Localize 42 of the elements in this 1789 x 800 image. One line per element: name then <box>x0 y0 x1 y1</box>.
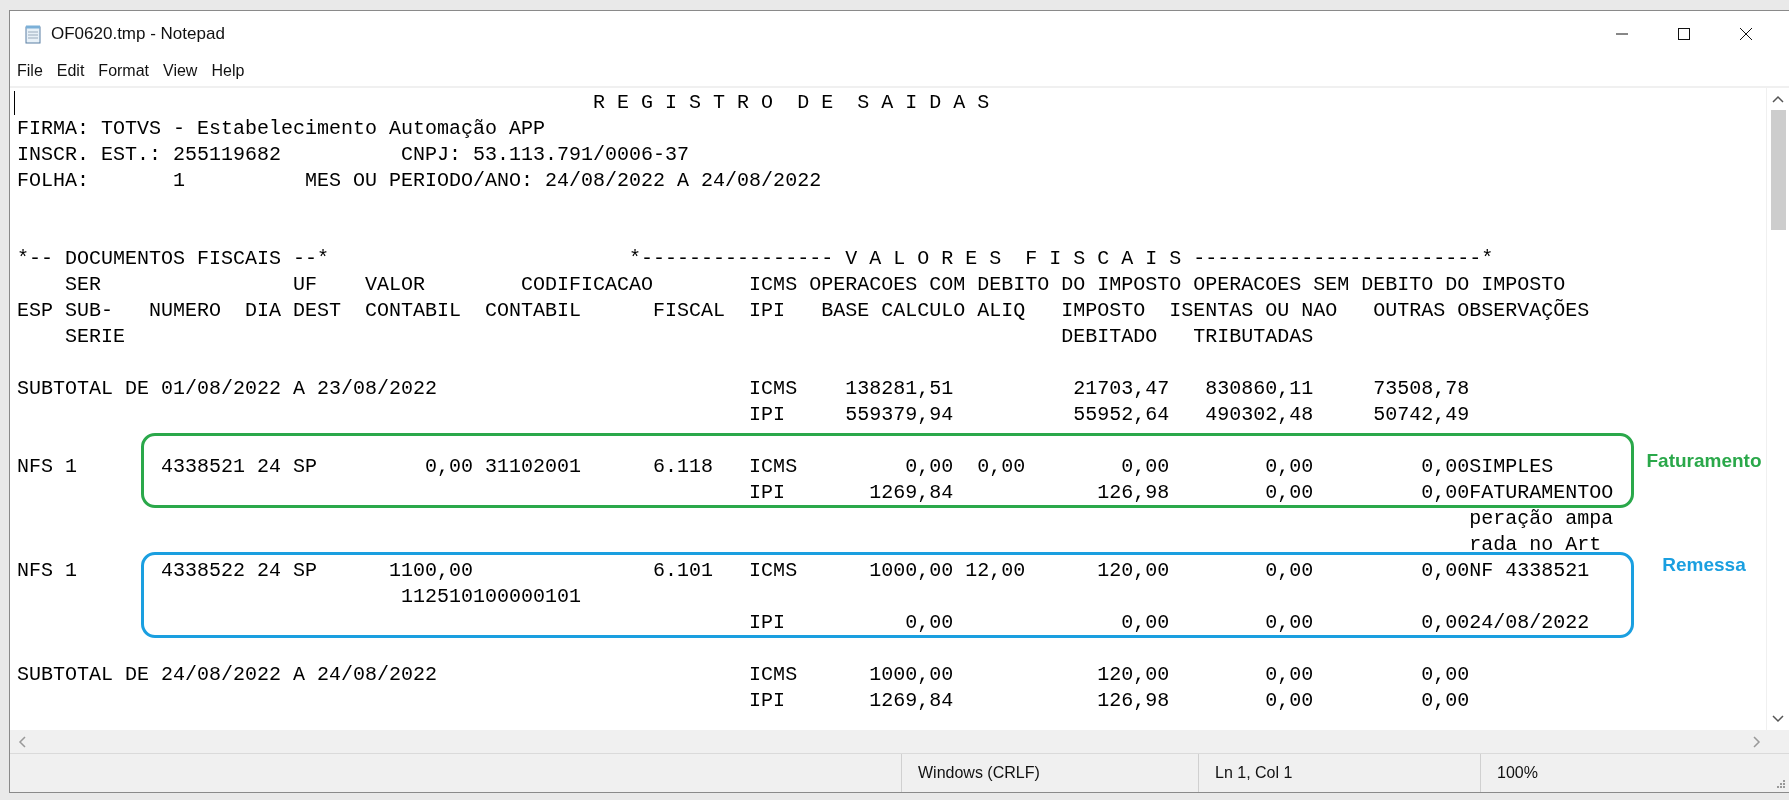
window-title: OF0620.tmp - Notepad <box>51 23 225 44</box>
text-line: FOLHA: 1 MES OU PERIODO/ANO: 24/08/2022 A 24/08/2022 <box>17 168 822 194</box>
close-icon[interactable] <box>1739 26 1753 41</box>
status-text: Windows (CRLF) <box>918 764 1040 782</box>
text-line: IPI 0,00 0,00 0,00 0,0024/08/2022 <box>748 610 1590 636</box>
vertical-scrollbar[interactable] <box>1766 88 1789 730</box>
text-line: rada no Art <box>1468 532 1602 558</box>
text-line: peração ampa <box>1468 506 1614 532</box>
scroll-left-icon[interactable] <box>18 735 26 748</box>
text-line: IPI 1269,84 126,98 0,00 0,00 <box>748 688 1470 714</box>
text-cursor <box>14 91 15 115</box>
text-line: *-- DOCUMENTOS FISCAIS --* *---------------- V A L O R E S F I S C A I S ------------------------* <box>17 246 1494 272</box>
text-line: NFS 1 4338521 24 SP 0,00 31102001 6.118 ICMS 0,00 0,00 0,00 0,00 0,00SIMPLES <box>17 454 1554 480</box>
resize-grip-icon[interactable] <box>1775 778 1785 788</box>
menu-item[interactable]: View <box>156 59 205 83</box>
scroll-right-icon[interactable] <box>1753 735 1761 748</box>
scrollbar-thumb[interactable] <box>1770 110 1786 230</box>
scroll-up-icon[interactable] <box>1772 95 1784 103</box>
menu-item[interactable]: File <box>10 59 50 83</box>
status-text: Ln 1, Col 1 <box>1215 764 1293 782</box>
text-line: FIRMA: TOTVS - Estabelecimento Automação APP <box>17 116 546 142</box>
menu-item[interactable]: Format <box>91 59 157 83</box>
text-line: IPI 559379,94 55952,64 490302,48 50742,49 <box>748 402 1470 428</box>
text-line: SUBTOTAL DE 01/08/2022 A 23/08/2022 ICMS 138281,51 21703,47 830860,11 73508,78 <box>17 376 1470 402</box>
horizontal-scrollbar[interactable] <box>10 730 1789 753</box>
text-line: R E G I S T R O D E S A I D A S <box>592 90 990 116</box>
text-line: INSCR. EST.: 255119682 CNPJ: 53.113.791/0006-37 <box>17 142 690 168</box>
annotation-label: Faturamento <box>1646 449 1762 473</box>
menu-item[interactable]: Help <box>204 59 252 83</box>
text-line: NFS 1 4338522 24 SP 1100,00 6.101 ICMS 1000,00 12,00 120,00 0,00 0,00NF 4338521 <box>17 558 1590 584</box>
text-line: ESP SUB- NUMERO DIA DEST CONTABIL CONTABIL FISCAL IPI BASE CALCULO ALIQ IMPOSTO ISENTAS OU NAO OUTRAS OBSERVAÇÕES <box>17 298 1590 324</box>
text-line: 112510100000101 <box>400 584 582 610</box>
text-line: SERIE DEBITADO TRIBUTADAS <box>64 324 1314 350</box>
menu-item[interactable]: Edit <box>49 59 92 83</box>
text-line: IPI 1269,84 126,98 0,00 0,00FATURAMENTOO <box>748 480 1614 506</box>
scroll-down-icon[interactable] <box>1772 715 1784 723</box>
text-line: SER UF VALOR CODIFICACAO ICMS OPERACOES COM DEBITO DO IMPOSTO OPERACOES SEM DEBITO DO IMPOSTO <box>64 272 1566 298</box>
annotation-label: Remessa <box>1662 553 1746 577</box>
notepad-icon <box>23 23 43 44</box>
status-text: 100% <box>1497 764 1538 782</box>
text-line: SUBTOTAL DE 24/08/2022 A 24/08/2022 ICMS 1000,00 120,00 0,00 0,00 <box>17 662 1470 688</box>
maximize-icon[interactable] <box>1677 26 1691 41</box>
